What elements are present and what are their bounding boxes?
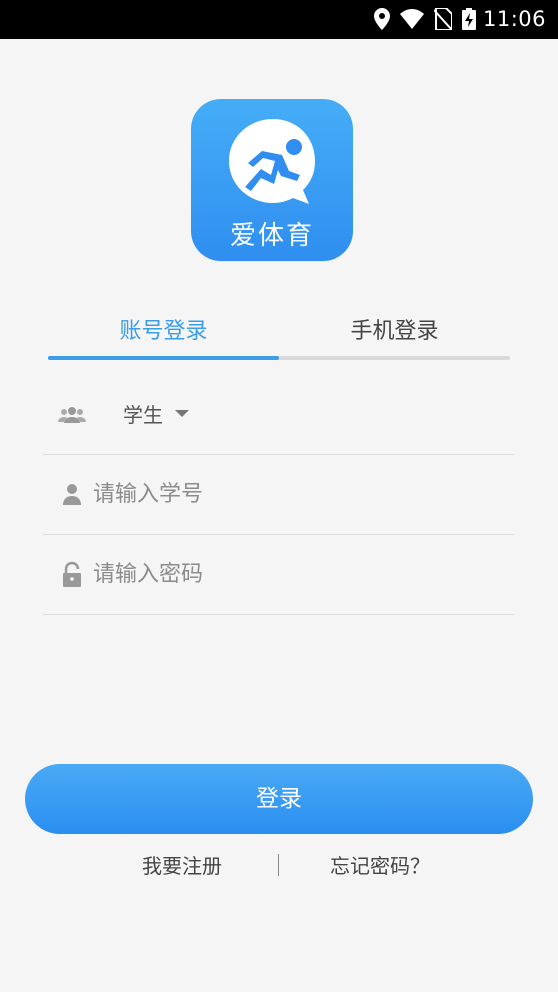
login-tabs: 账号登录 手机登录 (48, 310, 510, 360)
location-icon (374, 8, 390, 30)
bottom-links: 我要注册 忘记密码？ (0, 846, 558, 886)
status-time: 11:06 (482, 7, 546, 31)
battery-charging-icon (462, 8, 476, 30)
no-sim-icon (434, 8, 452, 30)
app-logo: 爱体育 (191, 99, 353, 261)
student-id-field[interactable]: 请输入学号 (43, 455, 514, 535)
role-value: 学生 (123, 403, 163, 427)
forgot-password-link[interactable]: 忘记密码？ (330, 846, 430, 886)
wifi-icon (400, 9, 424, 29)
register-link[interactable]: 我要注册 (142, 846, 222, 886)
role-selector[interactable]: 学生 (43, 375, 514, 455)
chevron-down-icon (175, 410, 189, 417)
password-placeholder: 请输入密码 (93, 562, 204, 587)
tab-account-login[interactable]: 账号登录 (48, 310, 279, 356)
lock-icon (63, 561, 81, 587)
link-divider (278, 854, 279, 876)
tab-indicator (48, 356, 279, 360)
student-id-placeholder: 请输入学号 (93, 482, 204, 507)
status-bar: 11:06 (0, 0, 558, 39)
users-icon (58, 407, 86, 423)
runner-icon (229, 119, 315, 204)
user-icon (63, 484, 81, 505)
password-field[interactable]: 请输入密码 (43, 535, 514, 615)
status-icons (374, 8, 476, 30)
login-button[interactable]: 登录 (25, 764, 533, 834)
tab-phone-login[interactable]: 手机登录 (279, 310, 510, 356)
app-logo-text: 爱体育 (229, 221, 314, 251)
